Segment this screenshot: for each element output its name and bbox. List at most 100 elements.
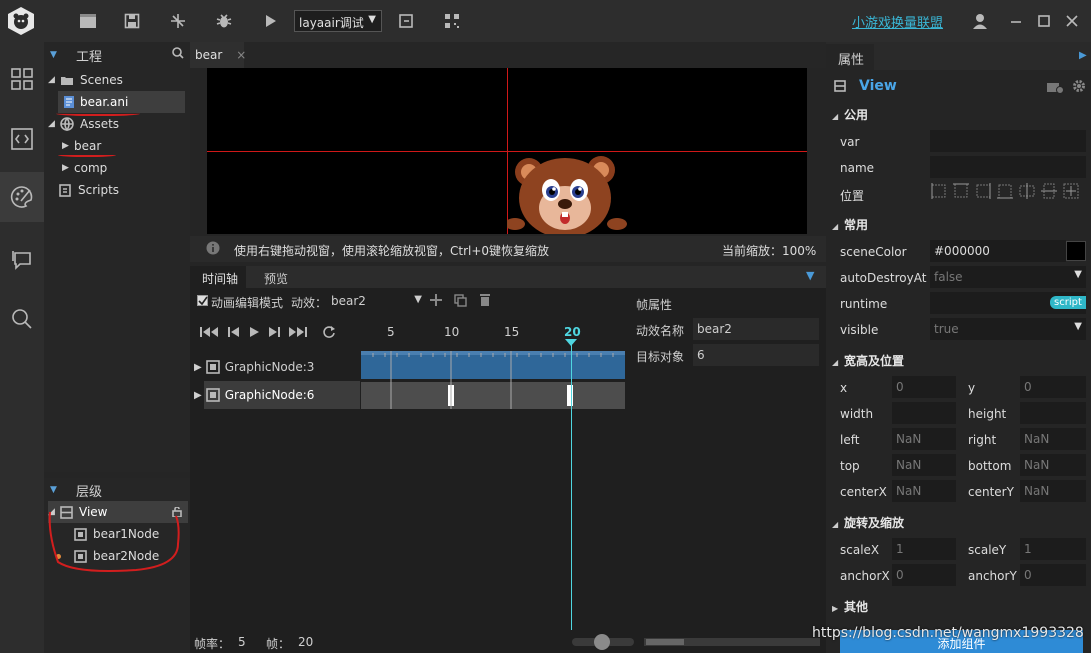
tree-item-scripts[interactable]: Scripts xyxy=(58,179,119,201)
design-palette-icon[interactable] xyxy=(0,172,44,222)
layout-grid-icon[interactable] xyxy=(0,54,44,104)
align-top-icon[interactable] xyxy=(952,182,970,200)
frame-value[interactable]: 20 xyxy=(298,635,313,649)
section-common[interactable]: ◢ 常用 xyxy=(832,216,868,233)
tree-item-scenes[interactable]: ◢ Scenes xyxy=(48,69,123,91)
section-size[interactable]: ◢ 宽高及位置 xyxy=(832,352,904,369)
right-field[interactable]: NaN xyxy=(1020,428,1086,450)
frame-ruler[interactable]: 5 10 15 20 xyxy=(361,318,625,352)
align-center-v-icon[interactable] xyxy=(1040,182,1058,200)
collapse-arrow-icon[interactable]: ▼ xyxy=(50,485,58,495)
fps-value[interactable]: 5 xyxy=(238,635,246,649)
color-swatch[interactable] xyxy=(1066,241,1086,261)
close-icon[interactable] xyxy=(1062,11,1082,31)
qrcode-icon[interactable] xyxy=(442,11,462,31)
open-project-icon[interactable] xyxy=(78,11,98,31)
scenecolor-field[interactable]: #000000 xyxy=(930,240,1066,262)
delete-effect-icon[interactable] xyxy=(479,293,491,310)
first-frame-icon[interactable] xyxy=(200,326,220,338)
track-row-graphicnode3[interactable]: ▶ GraphicNode:3 xyxy=(194,355,360,379)
runtime-script-badge[interactable]: script xyxy=(1050,296,1086,309)
promo-link[interactable]: 小游戏换量联盟 xyxy=(852,12,943,31)
scrollbar-thumb[interactable] xyxy=(646,639,684,645)
tab-properties[interactable]: 属性 xyxy=(826,44,874,70)
scene-viewport[interactable] xyxy=(207,68,807,234)
width-field[interactable] xyxy=(892,402,956,424)
section-public[interactable]: ◢ 公用 xyxy=(832,106,868,123)
position-label: 位置 xyxy=(840,189,865,203)
anchory-value: 0 xyxy=(1024,568,1032,582)
refresh-icon[interactable] xyxy=(396,11,416,31)
section-rotate[interactable]: ◢ 旋转及缩放 xyxy=(832,514,904,531)
panel-menu-arrow-icon[interactable]: ▼ xyxy=(806,269,814,282)
centery-field[interactable]: NaN xyxy=(1020,480,1086,502)
publish-icon[interactable] xyxy=(168,11,188,31)
save-icon[interactable] xyxy=(122,11,142,31)
visible-select[interactable]: true ▼ xyxy=(930,318,1086,340)
debug-mode-select[interactable]: layaair调试 ▼ xyxy=(294,10,382,32)
track-row-graphicnode6[interactable]: ▶ GraphicNode:6 xyxy=(194,383,360,407)
next-frame-icon[interactable] xyxy=(268,326,280,338)
play-icon[interactable] xyxy=(260,11,280,31)
play-timeline-icon[interactable] xyxy=(248,326,260,338)
bear-sprite[interactable] xyxy=(507,152,629,234)
minimize-icon[interactable] xyxy=(1006,11,1026,31)
loop-icon[interactable] xyxy=(322,325,336,339)
top-field[interactable]: NaN xyxy=(892,454,956,476)
dropdown-arrow-icon: ▼ xyxy=(414,294,422,305)
zoom-slider-thumb[interactable] xyxy=(594,634,610,650)
x-field[interactable]: 0 xyxy=(892,376,956,398)
expand-arrow-icon[interactable]: ▶ xyxy=(194,362,202,373)
edit-mode-checkbox[interactable] xyxy=(197,295,208,306)
anchorx-field[interactable]: 0 xyxy=(892,564,956,586)
tab-preview[interactable]: 预览 xyxy=(252,266,288,288)
collapse-arrow-icon[interactable]: ▼ xyxy=(50,50,58,60)
anchory-field[interactable]: 0 xyxy=(1020,564,1086,586)
align-center-h-icon[interactable] xyxy=(1018,182,1036,200)
target-field[interactable]: 6 xyxy=(693,344,819,366)
copy-effect-icon[interactable] xyxy=(454,294,467,310)
tab-close-icon[interactable]: × xyxy=(236,48,246,62)
align-left-icon[interactable] xyxy=(930,182,948,200)
y-field[interactable]: 0 xyxy=(1020,376,1086,398)
maximize-icon[interactable] xyxy=(1034,11,1054,31)
tree-item-comp[interactable]: ▶ comp xyxy=(62,157,107,179)
tab-timeline[interactable]: 时间轴 xyxy=(190,266,246,288)
effect-name-field[interactable]: bear2 xyxy=(693,318,819,340)
centerx-field[interactable]: NaN xyxy=(892,480,956,502)
expand-arrow-icon[interactable]: ▶ xyxy=(194,390,202,401)
ruler-tick-label: 15 xyxy=(504,325,520,339)
horizontal-scrollbar[interactable] xyxy=(644,638,820,646)
align-right-icon[interactable] xyxy=(974,182,992,200)
settings-gear-icon[interactable] xyxy=(1072,79,1086,93)
left-field[interactable]: NaN xyxy=(892,428,956,450)
align-center-icon[interactable] xyxy=(1062,182,1080,200)
tree-item-assets[interactable]: ◢ Assets xyxy=(48,113,119,135)
align-bottom-icon[interactable] xyxy=(996,182,1014,200)
app-logo-icon xyxy=(6,6,36,36)
effect-select[interactable]: bear2 ▼ xyxy=(328,291,424,311)
scalex-field[interactable]: 1 xyxy=(892,538,956,560)
panel-menu-arrow-icon[interactable]: ▶ xyxy=(1079,50,1087,61)
component-icon[interactable] xyxy=(1046,80,1064,94)
last-frame-icon[interactable] xyxy=(288,326,308,338)
autodestroy-select[interactable]: false ▼ xyxy=(930,266,1086,288)
user-icon[interactable] xyxy=(970,11,990,31)
scaley-field[interactable]: 1 xyxy=(1020,538,1086,560)
project-search-icon[interactable] xyxy=(172,47,184,63)
top-toolbar: layaair调试 ▼ 小游戏换量联盟 xyxy=(0,0,1091,42)
height-field[interactable] xyxy=(1020,402,1086,424)
var-field[interactable] xyxy=(930,130,1086,152)
search-icon[interactable] xyxy=(0,294,44,344)
bottom-field[interactable]: NaN xyxy=(1020,454,1086,476)
zoom-slider[interactable] xyxy=(572,634,634,650)
properties-panel: 属性 ▶ View ◢ 公用 var name 位置 ◢ 常用 sceneColor… xyxy=(826,42,1091,653)
name-field[interactable] xyxy=(930,156,1086,178)
code-icon[interactable] xyxy=(0,114,44,164)
chat-icon[interactable] xyxy=(0,234,44,284)
prev-frame-icon[interactable] xyxy=(228,326,240,338)
section-other[interactable]: ▶ 其他 xyxy=(832,598,868,615)
debug-bug-icon[interactable] xyxy=(214,11,234,31)
add-effect-icon[interactable] xyxy=(430,294,442,309)
editor-tab-bear[interactable]: bear × xyxy=(190,42,246,68)
